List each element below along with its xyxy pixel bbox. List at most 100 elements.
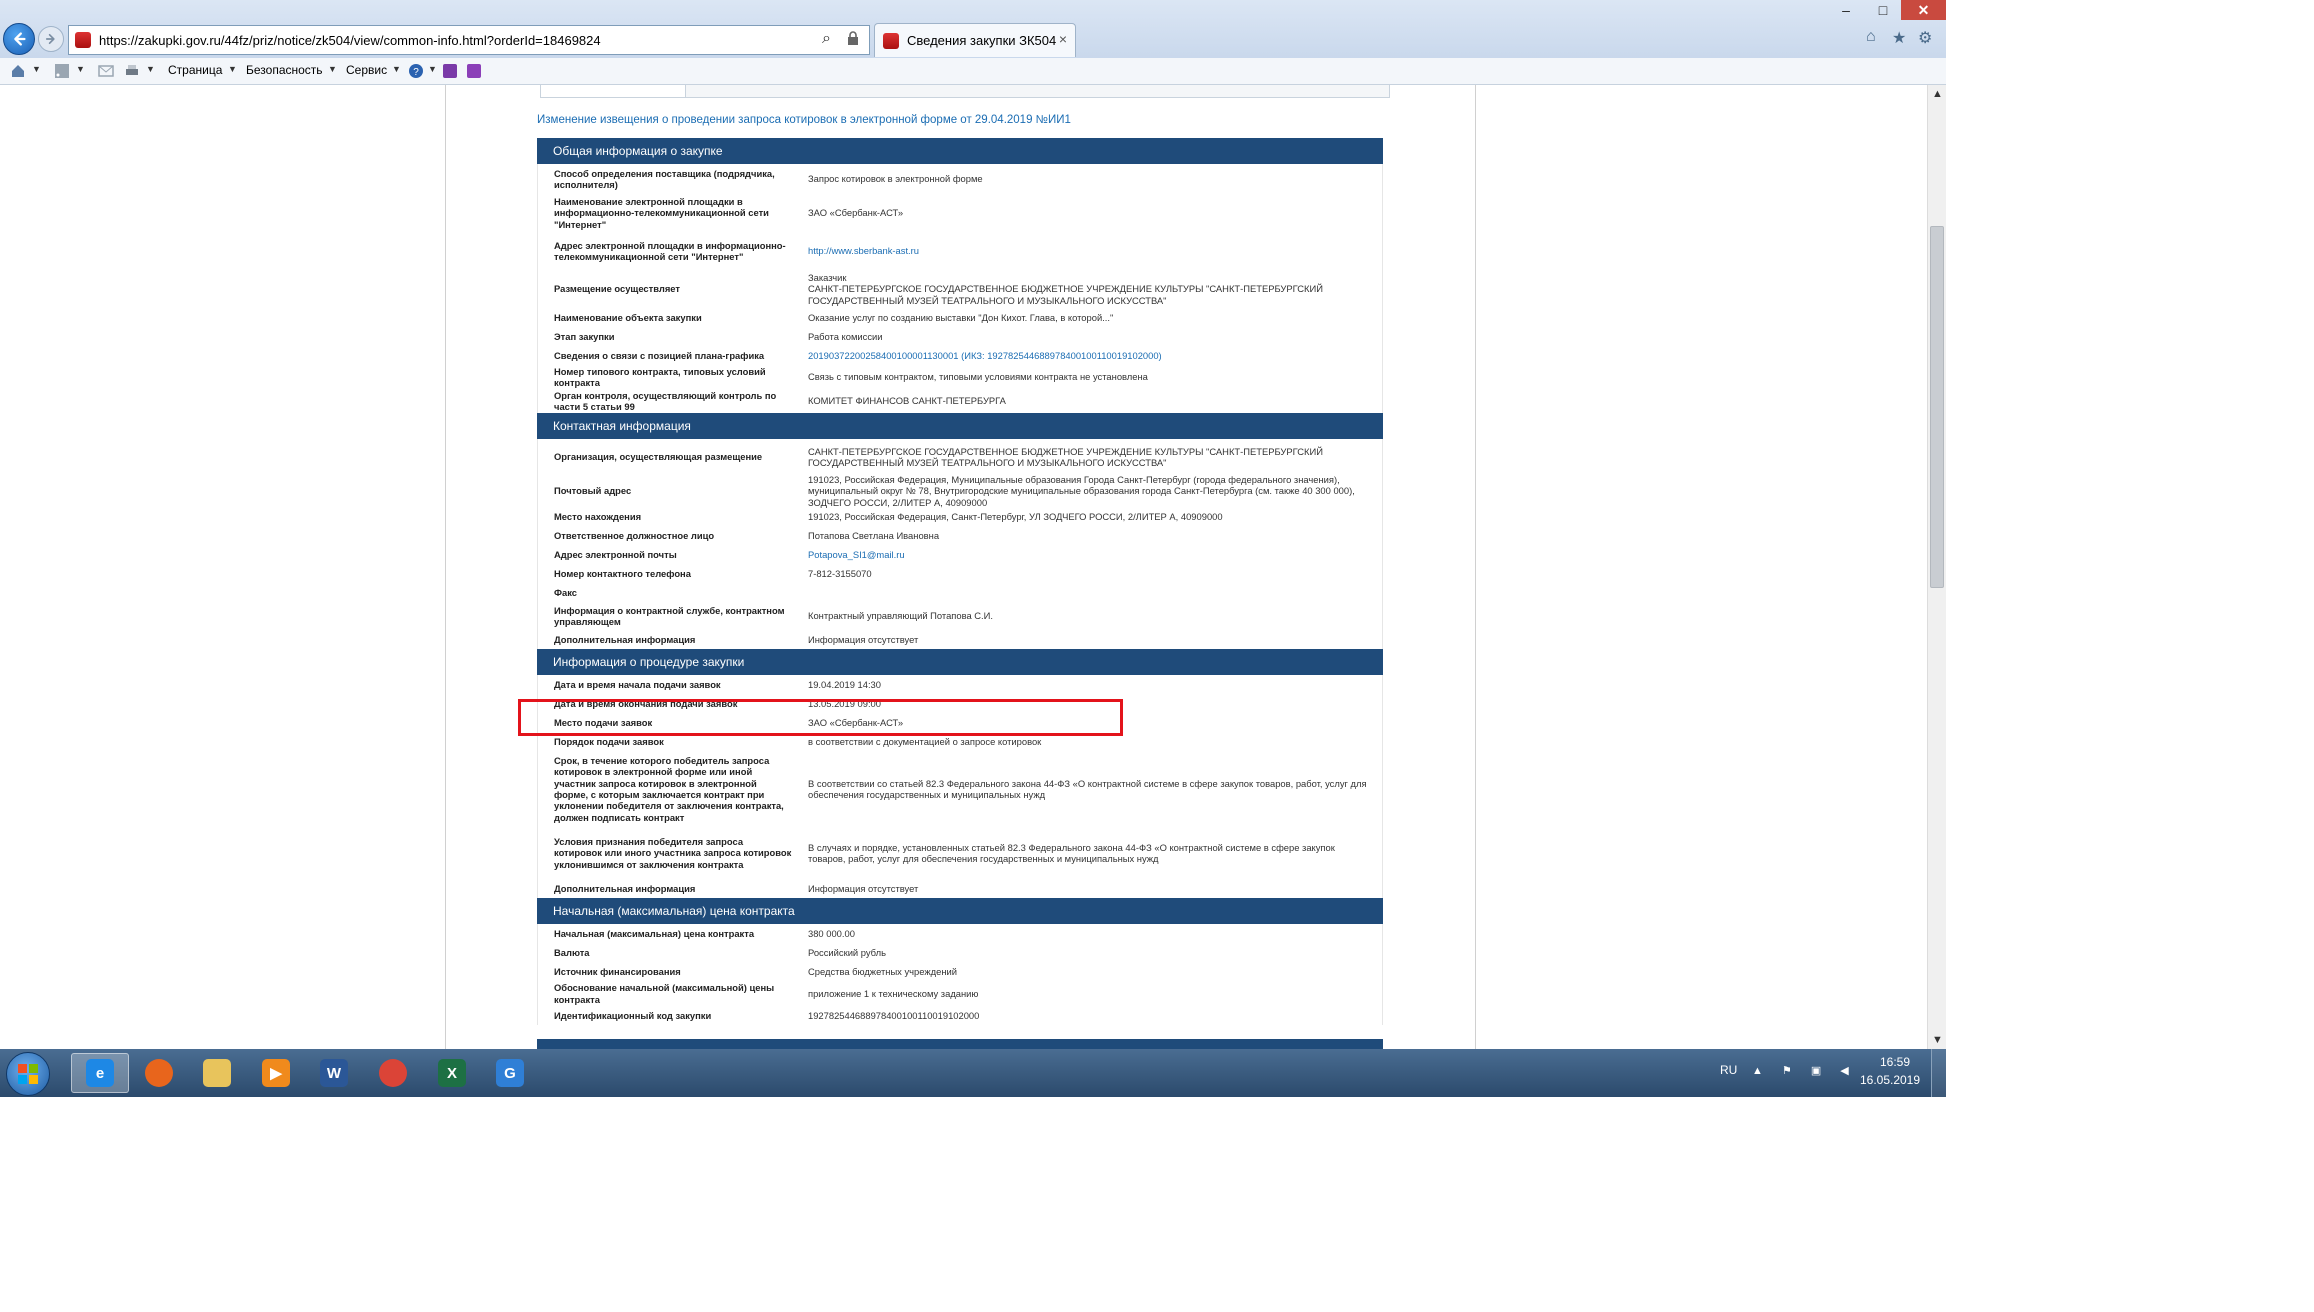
info-row: Наименование объекта закупки Оказание усл…	[538, 308, 1382, 327]
chevron-down-icon[interactable]: ▼	[146, 64, 155, 74]
url-text[interactable]: https://zakupki.gov.ru/44fz/priz/notice/…	[99, 33, 601, 48]
row-value: Связь с типовым контрактом, типовыми усл…	[808, 371, 1148, 383]
back-button[interactable]	[3, 23, 35, 55]
row-value-link[interactable]: http://www.sberbank-ast.ru	[792, 245, 1382, 256]
taskbar-app-button[interactable]: e	[71, 1053, 129, 1093]
chevron-down-icon[interactable]: ▼	[392, 64, 401, 74]
language-indicator[interactable]: RU	[1720, 1063, 1737, 1077]
lock-icon[interactable]	[847, 31, 859, 45]
start-button[interactable]	[6, 1052, 50, 1096]
chevron-down-icon[interactable]: ▼	[428, 64, 437, 74]
info-row: Организация, осуществляющая размещение СА…	[538, 439, 1382, 475]
row-value: В соответствии со статьей 82.3 Федеральн…	[808, 777, 1367, 800]
page-viewport: Изменение извещения о проведении запроса…	[0, 85, 1927, 1049]
active-page-tab[interactable]	[541, 85, 686, 97]
info-row: Дополнительная информация Информация отсу…	[538, 630, 1382, 649]
row-label: Адрес электронной почты	[554, 548, 677, 560]
address-bar[interactable]: https://zakupki.gov.ru/44fz/priz/notice/…	[68, 25, 870, 55]
chevron-down-icon[interactable]: ▼	[228, 64, 237, 74]
taskbar-app-button[interactable]	[188, 1053, 246, 1093]
chevron-down-icon[interactable]: ▼	[76, 64, 85, 74]
row-label: Ответственное должностное лицо	[554, 529, 715, 541]
row-label: Условия признания победителя запроса кот…	[554, 836, 792, 870]
search-icon[interactable]: ⌕	[822, 30, 831, 48]
info-row: Срок, в течение которого победитель запр…	[538, 751, 1382, 827]
row-value: 192782544688978400100110019102000	[808, 1009, 980, 1021]
system-tray-icons[interactable]: ▲ ⚑ ▣ ◀	[1752, 1064, 1857, 1077]
windows-taskbar: e ▶ W X G RU ▲ ⚑ ▣ ◀ 16:59 16.05.2019	[0, 1049, 1946, 1097]
tab-title: Сведения закупки ЗК504	[907, 33, 1057, 48]
onenote-icon[interactable]	[466, 63, 482, 79]
row-value: 191023, Российская Федерация, Санкт-Пете…	[808, 510, 1223, 522]
row-label: Номер типового контракта, типовых услови…	[554, 365, 766, 388]
clock-time[interactable]: 16:59	[1860, 1055, 1930, 1069]
print-icon[interactable]	[124, 63, 140, 79]
info-row: Номер контактного телефона 7-812-3155070	[538, 564, 1382, 583]
page-menu[interactable]: Страница	[168, 63, 222, 77]
row-value: 191023, Российская Федерация, Муниципаль…	[808, 474, 1355, 508]
row-label: Срок, в течение которого победитель запр…	[554, 755, 784, 823]
home-icon[interactable]: ⌂	[1866, 28, 1876, 46]
service-menu[interactable]: Сервис	[346, 63, 387, 77]
star-icon[interactable]: ★	[1892, 28, 1906, 48]
svg-text:?: ?	[413, 67, 419, 78]
page-border-left	[445, 85, 446, 1049]
row-label: Организация, осуществляющая размещение	[554, 451, 763, 463]
clock-date[interactable]: 16.05.2019	[1850, 1073, 1930, 1087]
scroll-up-icon[interactable]: ▲	[1928, 85, 1946, 103]
row-value-link[interactable]: Potapova_SI1@mail.ru	[792, 549, 1382, 560]
site-favicon-icon	[75, 32, 91, 48]
notice-title[interactable]: Изменение извещения о проведении запроса…	[537, 114, 1071, 126]
window-close-button[interactable]: ✕	[1901, 0, 1946, 20]
row-label: Номер контактного телефона	[554, 567, 691, 579]
row-value: Работа комиссии	[808, 330, 883, 342]
section-rows: Начальная (максимальная) цена контракта 3…	[537, 924, 1383, 1025]
info-row: Валюта Российский рубль	[538, 943, 1382, 962]
taskbar-app-button[interactable]	[364, 1053, 422, 1093]
window-minimize-button[interactable]: –	[1827, 0, 1865, 20]
rss-feed-icon[interactable]	[54, 63, 70, 79]
scroll-down-icon[interactable]: ▼	[1928, 1031, 1946, 1049]
chevron-down-icon[interactable]: ▼	[328, 64, 337, 74]
row-value: Запрос котировок в электронной форме	[808, 173, 983, 185]
onenote-linked-notes-icon[interactable]	[442, 63, 458, 79]
taskbar-app-button[interactable]: G	[481, 1053, 539, 1093]
taskbar-app-button[interactable]: X	[423, 1053, 481, 1093]
row-value: КОМИТЕТ ФИНАНСОВ САНКТ-ПЕТЕРБУРГА	[808, 395, 1006, 407]
chevron-down-icon[interactable]: ▼	[32, 64, 41, 74]
taskbar-app-button[interactable]: ▶	[247, 1053, 305, 1093]
taskbar-app-button[interactable]: W	[305, 1053, 363, 1093]
info-row: Дополнительная информация Информация отсу…	[538, 879, 1382, 898]
row-label: Обоснование начальной (максимальной) цен…	[554, 982, 775, 1005]
internet-explorer-icon: e	[86, 1059, 114, 1087]
info-row: Этап закупки Работа комиссии	[538, 327, 1382, 346]
gear-icon[interactable]: ⚙	[1918, 28, 1932, 48]
firefox-icon	[145, 1059, 173, 1087]
media-player-icon: ▶	[262, 1059, 290, 1087]
taskbar-app-button[interactable]	[130, 1053, 188, 1093]
security-menu[interactable]: Безопасность	[246, 63, 323, 77]
row-value-link[interactable]: 20190372200258400100001130001 (ИКЗ: 1927…	[792, 350, 1382, 361]
info-row: Орган контроля, осуществляющий контроль …	[538, 389, 1382, 413]
tab-close-icon[interactable]: ×	[1059, 31, 1067, 47]
row-label: Факс	[554, 586, 577, 598]
info-row: Начальная (максимальная) цена контракта 3…	[538, 924, 1382, 943]
row-value: Российский рубль	[808, 946, 886, 958]
window-maximize-button[interactable]: □	[1865, 0, 1901, 20]
help-icon[interactable]: ?	[408, 63, 424, 79]
row-value: Средства бюджетных учреждений	[808, 965, 957, 977]
tab-favicon-icon	[883, 32, 899, 49]
row-label: Валюта	[554, 946, 590, 958]
screen: https://zakupki.gov.ru/44fz/priz/notice/…	[0, 0, 1946, 1097]
vertical-scrollbar[interactable]: ▲ ▼	[1927, 85, 1946, 1049]
home-page-icon[interactable]	[10, 63, 26, 79]
forward-button[interactable]	[38, 26, 64, 52]
browser-tab[interactable]: Сведения закупки ЗК504 ×	[874, 23, 1076, 57]
scrollbar-thumb[interactable]	[1930, 226, 1944, 588]
excel-icon: X	[438, 1059, 466, 1087]
section-header: Контактная информация	[537, 413, 1383, 439]
info-row: Адрес электронной площадки в информацион…	[538, 232, 1382, 270]
mail-icon[interactable]	[98, 63, 114, 79]
row-label: Дополнительная информация	[554, 882, 696, 894]
show-desktop-button[interactable]	[1931, 1049, 1946, 1097]
